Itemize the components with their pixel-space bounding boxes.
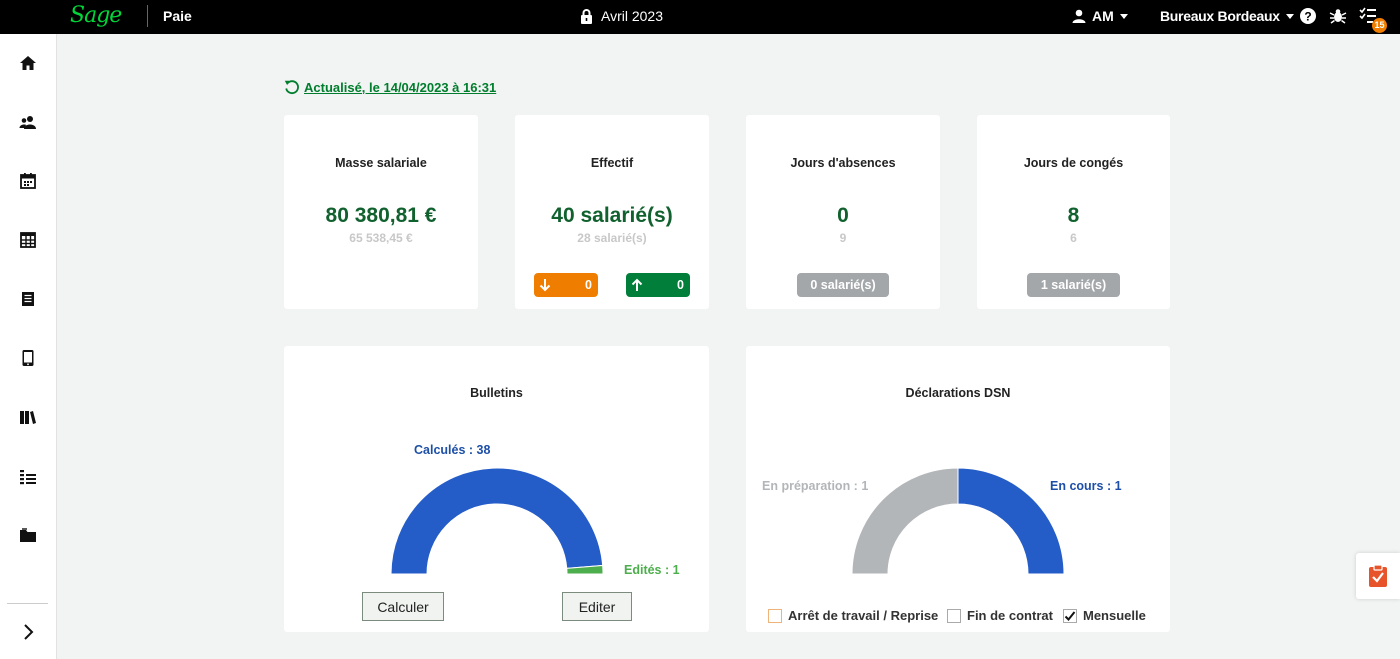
absences-employees-button[interactable]: 0 salarié(s) bbox=[797, 273, 889, 297]
kpi-previous-value: 9 bbox=[839, 231, 847, 245]
company-name: Bureaux Bordeaux bbox=[1160, 8, 1280, 24]
lock-icon bbox=[581, 8, 592, 24]
calculate-button[interactable]: Calculer bbox=[362, 592, 444, 621]
help-icon[interactable]: ? bbox=[1299, 7, 1317, 25]
kpi-card-payroll: Masse salariale 80 380,81 € 65 538,45 € bbox=[284, 115, 478, 309]
in-progress-label: En cours : 1 bbox=[1050, 479, 1122, 493]
list-icon[interactable] bbox=[19, 467, 37, 485]
bulletins-card: Bulletins Calculés : 38 Edités : 1 Calcu… bbox=[284, 346, 709, 632]
check-icon bbox=[1064, 610, 1076, 621]
kpi-card-headcount: Effectif 40 salarié(s) 28 salarié(s) 0 0 bbox=[515, 115, 709, 309]
library-icon[interactable] bbox=[19, 408, 37, 426]
sidebar bbox=[0, 34, 57, 659]
chevron-down-icon bbox=[1285, 13, 1294, 19]
checkbox-checked[interactable] bbox=[1063, 608, 1077, 623]
refresh-icon bbox=[284, 80, 299, 95]
legend-label: Arrêt de travail / Reprise bbox=[788, 608, 939, 623]
chevron-right-icon[interactable] bbox=[19, 623, 37, 641]
period-selector[interactable]: Avril 2023 bbox=[580, 8, 663, 24]
folder-icon[interactable] bbox=[19, 526, 37, 544]
company-selector[interactable]: Bureaux Bordeaux bbox=[1160, 8, 1294, 24]
departures-count: 0 bbox=[585, 278, 592, 292]
tablet-icon[interactable] bbox=[19, 349, 37, 367]
edited-label: Edités : 1 bbox=[624, 563, 680, 577]
kpi-title: Jours de congés bbox=[1023, 156, 1124, 170]
svg-text:?: ? bbox=[1304, 10, 1311, 24]
bug-icon[interactable] bbox=[1329, 7, 1347, 25]
legend-item-end-of-contract[interactable]: Fin de contrat bbox=[947, 608, 1053, 623]
home-icon[interactable] bbox=[19, 54, 37, 72]
bulletins-chart bbox=[390, 467, 604, 575]
kpi-previous-value: 28 salarié(s) bbox=[577, 231, 647, 245]
kpi-title: Jours d'absences bbox=[790, 156, 896, 170]
legend-item-monthly[interactable]: Mensuelle bbox=[1063, 608, 1146, 623]
departures-button[interactable]: 0 bbox=[534, 273, 598, 297]
tasks-float-button[interactable] bbox=[1356, 553, 1400, 599]
legend-label: Fin de contrat bbox=[967, 608, 1053, 623]
sidebar-divider bbox=[7, 603, 48, 604]
book-icon[interactable] bbox=[19, 290, 37, 308]
clipboard-check-icon bbox=[1369, 564, 1387, 587]
top-bar: Sage Paie Avril 2023 AM Bureaux Bordeaux… bbox=[0, 0, 1400, 34]
divider bbox=[147, 5, 148, 27]
arrivals-button[interactable]: 0 bbox=[626, 273, 690, 297]
user-initials: AM bbox=[1092, 8, 1114, 24]
arrivals-count: 0 bbox=[677, 278, 684, 292]
kpi-card-leaves: Jours de congés 8 6 1 salarié(s) bbox=[977, 115, 1170, 309]
notifications-badge: 15 bbox=[1372, 18, 1387, 33]
refresh-label: Actualisé, le 14/04/2023 à 16:31 bbox=[304, 79, 497, 95]
checkbox[interactable] bbox=[947, 608, 961, 623]
user-menu[interactable]: AM bbox=[1072, 8, 1128, 24]
calculated-label: Calculés : 38 bbox=[414, 443, 491, 457]
leaves-employees-button[interactable]: 1 salarié(s) bbox=[1027, 273, 1120, 297]
app-name: Paie bbox=[163, 8, 192, 24]
legend-label: Mensuelle bbox=[1083, 608, 1146, 623]
kpi-value: 8 bbox=[1067, 204, 1080, 227]
calendar-icon[interactable] bbox=[19, 172, 37, 190]
user-icon bbox=[1072, 9, 1086, 23]
kpi-previous-value: 65 538,45 € bbox=[349, 231, 413, 245]
period-label: Avril 2023 bbox=[601, 8, 664, 24]
kpi-card-absences: Jours d'absences 0 9 0 salarié(s) bbox=[746, 115, 940, 309]
arrow-down-icon bbox=[534, 278, 556, 292]
chart-slice-en-cours[interactable] bbox=[957, 467, 1065, 575]
checkbox[interactable] bbox=[768, 608, 782, 623]
employees-icon[interactable] bbox=[19, 113, 37, 131]
chevron-down-icon bbox=[1119, 13, 1128, 19]
kpi-previous-value: 6 bbox=[1070, 231, 1077, 245]
kpi-value: 40 salarié(s) bbox=[551, 204, 673, 227]
preparation-label: En préparation : 1 bbox=[762, 479, 869, 493]
arrow-up-icon bbox=[626, 278, 648, 292]
refresh-link[interactable]: Actualisé, le 14/04/2023 à 16:31 bbox=[284, 79, 496, 95]
chart-slice-calcul-s[interactable] bbox=[390, 467, 604, 575]
kpi-value: 0 bbox=[837, 204, 849, 227]
grid-icon[interactable] bbox=[19, 231, 37, 249]
dsn-card: Déclarations DSN En préparation : 1 En c… bbox=[746, 346, 1170, 632]
sage-logo[interactable]: Sage bbox=[70, 3, 122, 28]
kpi-title: Effectif bbox=[590, 156, 634, 170]
edit-button[interactable]: Editer bbox=[562, 592, 632, 621]
kpi-title: Masse salariale bbox=[335, 156, 427, 170]
legend-item-work-stoppage[interactable]: Arrêt de travail / Reprise bbox=[768, 608, 938, 623]
kpi-value: 80 380,81 € bbox=[325, 204, 437, 227]
